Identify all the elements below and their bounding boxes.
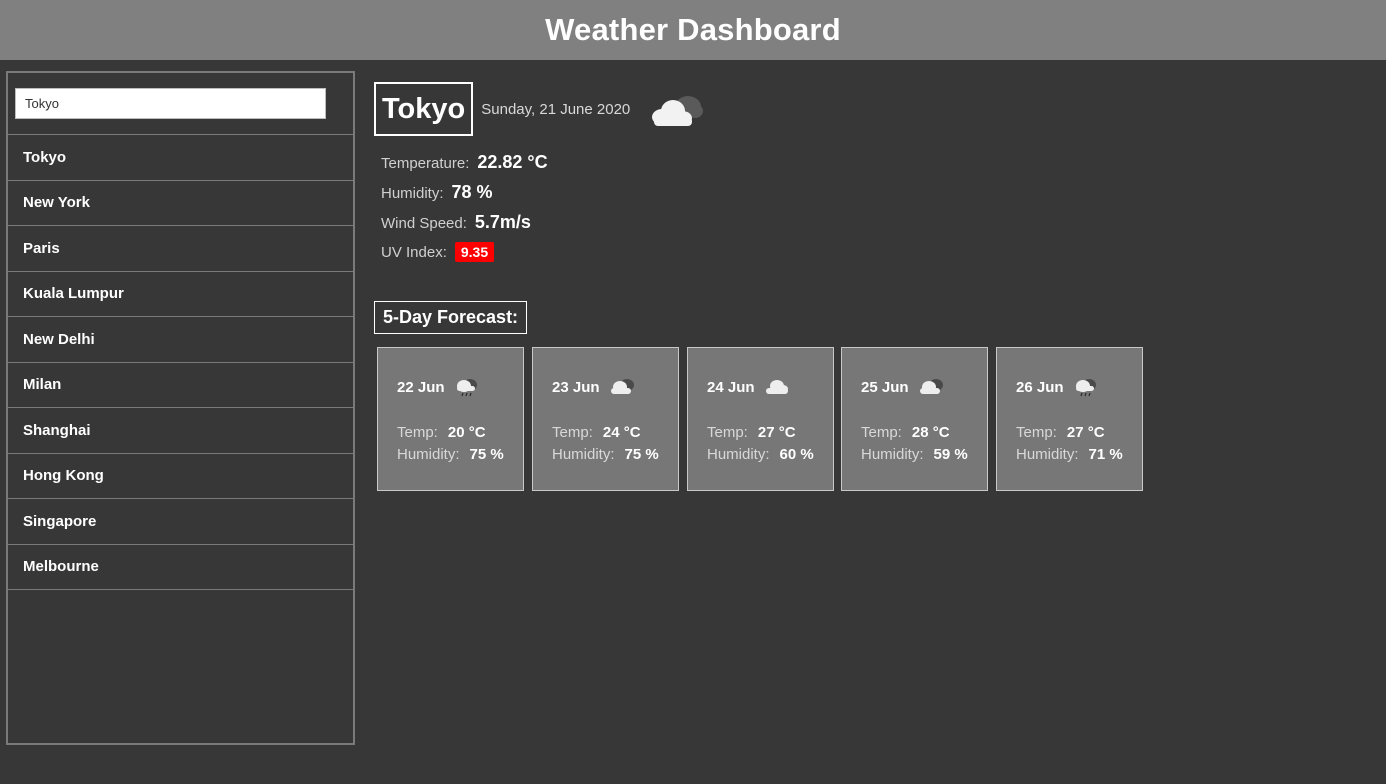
forecast-temp-label: Temp: bbox=[707, 423, 748, 441]
city-item-tokyo[interactable]: Tokyo bbox=[8, 135, 353, 181]
current-stats: Temperature: 22.82 °C Humidity: 78 % Win… bbox=[374, 152, 706, 272]
search-input[interactable] bbox=[15, 88, 326, 119]
forecast-cards: 22 Jun Temp: 20 °C Humidity: 75 % 23 Jun bbox=[377, 347, 1151, 491]
humidity-value: 78 % bbox=[451, 182, 493, 202]
forecast-card: 25 Jun Temp: 28 °C Humidity: 59 % bbox=[841, 347, 988, 491]
forecast-date: 26 Jun bbox=[1016, 378, 1064, 396]
forecast-temp: 28 °C bbox=[911, 423, 950, 441]
current-date: Sunday, 21 June 2020 bbox=[481, 100, 631, 118]
forecast-humidity-label: Humidity: bbox=[861, 445, 924, 463]
cloud-icon bbox=[765, 380, 788, 394]
forecast-humidity: 71 % bbox=[1088, 445, 1123, 463]
forecast-temp: 20 °C bbox=[447, 423, 486, 441]
forecast-date: 22 Jun bbox=[397, 378, 445, 396]
city-list: Tokyo New York Paris Kuala Lumpur New De… bbox=[8, 135, 353, 590]
wind-row: Wind Speed: 5.7m/s bbox=[381, 212, 706, 242]
forecast-humidity: 75 % bbox=[469, 445, 504, 463]
rain-cloud-icon bbox=[456, 379, 477, 397]
forecast-date: 24 Jun bbox=[707, 378, 755, 396]
cloud-icon bbox=[919, 379, 943, 394]
forecast-humidity: 59 % bbox=[933, 445, 968, 463]
forecast-humidity-label: Humidity: bbox=[707, 445, 770, 463]
city-item-melbourne[interactable]: Melbourne bbox=[8, 545, 353, 590]
current-header: Tokyo Sunday, 21 June 2020 bbox=[374, 82, 706, 136]
uv-index-badge: 9.35 bbox=[454, 242, 495, 262]
city-item-kuala-lumpur[interactable]: Kuala Lumpur bbox=[8, 272, 353, 317]
city-item-milan[interactable]: Milan bbox=[8, 363, 353, 408]
humidity-row: Humidity: 78 % bbox=[381, 182, 706, 212]
forecast-humidity-label: Humidity: bbox=[1016, 445, 1079, 463]
forecast-temp-label: Temp: bbox=[1016, 423, 1057, 441]
city-item-new-york[interactable]: New York bbox=[8, 181, 353, 226]
temperature-value: 22.82 °C bbox=[477, 152, 548, 172]
current-weather: Tokyo Sunday, 21 June 2020 Temperature: … bbox=[374, 82, 706, 272]
forecast-humidity-label: Humidity: bbox=[552, 445, 615, 463]
forecast-temp: 24 °C bbox=[602, 423, 641, 441]
cloud-icon bbox=[610, 379, 634, 394]
forecast-temp: 27 °C bbox=[1066, 423, 1105, 441]
humidity-label: Humidity: bbox=[381, 185, 444, 202]
cloud-icon bbox=[652, 96, 704, 126]
forecast-humidity-label: Humidity: bbox=[397, 445, 460, 463]
forecast-temp-label: Temp: bbox=[552, 423, 593, 441]
forecast-card: 23 Jun Temp: 24 °C Humidity: 75 % bbox=[532, 347, 679, 491]
city-item-hong-kong[interactable]: Hong Kong bbox=[8, 454, 353, 499]
page-title: Weather Dashboard bbox=[545, 12, 841, 47]
forecast-temp-label: Temp: bbox=[397, 423, 438, 441]
forecast-card: 26 Jun Temp: 27 °C Humidity: 71 % bbox=[996, 347, 1143, 491]
forecast-temp: 27 °C bbox=[757, 423, 796, 441]
city-item-paris[interactable]: Paris bbox=[8, 226, 353, 272]
forecast-temp-label: Temp: bbox=[861, 423, 902, 441]
rain-cloud-icon bbox=[1075, 379, 1096, 397]
forecast-card: 22 Jun Temp: 20 °C Humidity: 75 % bbox=[377, 347, 524, 491]
forecast-date: 25 Jun bbox=[861, 378, 909, 396]
sidebar: Tokyo New York Paris Kuala Lumpur New De… bbox=[6, 71, 355, 745]
temperature-label: Temperature: bbox=[381, 155, 470, 172]
current-city: Tokyo bbox=[374, 82, 474, 136]
forecast-humidity: 60 % bbox=[779, 445, 814, 463]
city-item-new-delhi[interactable]: New Delhi bbox=[8, 317, 353, 363]
forecast-card: 24 Jun Temp: 27 °C Humidity: 60 % bbox=[687, 347, 834, 491]
forecast-humidity: 75 % bbox=[624, 445, 659, 463]
wind-label: Wind Speed: bbox=[381, 215, 467, 232]
app-header: Weather Dashboard bbox=[0, 0, 1386, 60]
uv-row: UV Index: 9.35 bbox=[381, 242, 706, 272]
wind-value: 5.7m/s bbox=[474, 212, 531, 232]
uv-label: UV Index: bbox=[381, 244, 447, 261]
search-bar bbox=[8, 73, 353, 135]
forecast-title: 5-Day Forecast: bbox=[374, 301, 528, 334]
forecast-date: 23 Jun bbox=[552, 378, 600, 396]
temperature-row: Temperature: 22.82 °C bbox=[381, 152, 706, 182]
city-item-singapore[interactable]: Singapore bbox=[8, 499, 353, 545]
city-item-shanghai[interactable]: Shanghai bbox=[8, 408, 353, 454]
